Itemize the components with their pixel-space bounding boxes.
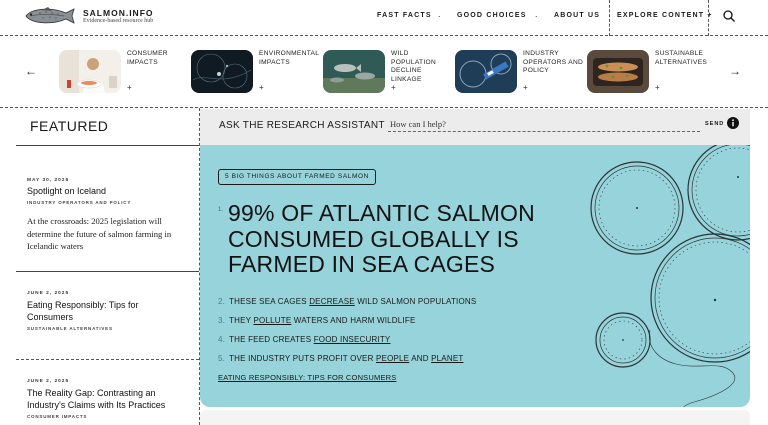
fact-item: 5. THE INDUSTRY PUTS PROFIT OVER PEOPLE A…: [218, 354, 463, 363]
featured-date: MAY 30, 2025: [27, 178, 70, 183]
assistant-query-input[interactable]: [388, 116, 700, 132]
fact-link-decrease[interactable]: DECREASE: [309, 297, 355, 306]
fact-link-people[interactable]: PEOPLE: [376, 354, 409, 363]
featured-excerpt: At the crossroads: 2025 legislation will…: [27, 216, 172, 251]
featured-item-title[interactable]: Eating Responsibly: Tips for Consumers: [27, 299, 162, 323]
nav-fast-facts[interactable]: FAST FACTS: [377, 12, 432, 19]
fact-text: THESE SEA CAGES: [229, 297, 310, 306]
fact-link-food-insecurity[interactable]: FOOD INSECURITY: [314, 335, 391, 344]
nav-explore-content[interactable]: EXPLORE CONTENT +: [617, 12, 713, 19]
fact-number: 2.: [218, 297, 226, 306]
topic-expand-plus[interactable]: +: [655, 83, 660, 92]
hero-headline: 99% OF ATLANTIC SALMON CONSUMED GLOBALLY…: [228, 200, 535, 277]
headline-number: 1.: [218, 207, 224, 213]
nav-good-choices[interactable]: GOOD CHOICES: [457, 12, 527, 19]
featured-heading: FEATURED: [30, 118, 109, 134]
fact-text: WATERS AND HARM WILDLIFE: [291, 316, 416, 325]
assistant-title: ASK THE RESEARCH ASSISTANT: [219, 120, 385, 131]
prev-arrow-icon[interactable]: ←: [25, 64, 37, 78]
nav-about-us[interactable]: ABOUT US: [554, 12, 600, 19]
fact-text: THE INDUSTRY PUTS PROFIT OVER: [229, 354, 376, 363]
nav-divider: [708, 0, 709, 36]
salmon-fish-logo[interactable]: [22, 5, 78, 27]
next-section-card: [200, 410, 750, 425]
site-name[interactable]: SALMON.INFO: [83, 8, 154, 18]
featured-category[interactable]: INDUSTRY OPERATORS AND POLICY: [27, 200, 131, 205]
featured-rule: [16, 271, 199, 272]
featured-item-title[interactable]: The Reality Gap: Contrasting an Industry…: [27, 387, 182, 411]
topic-expand-plus[interactable]: +: [259, 83, 264, 92]
featured-category[interactable]: SUSTAINABLE ALTERNATIVES: [27, 326, 113, 331]
fact-item: 2. THESE SEA CAGES DECREASE WILD SALMON P…: [218, 297, 476, 306]
fact-text: WILD SALMON POPULATIONS: [354, 297, 477, 306]
topic-label-sustainable-alternatives[interactable]: SUSTAINABLE ALTERNATIVES: [655, 50, 717, 67]
featured-rule: [16, 145, 199, 146]
topic-thumbnail-consumer-impacts[interactable]: [59, 50, 121, 93]
fact-item: 4. THE FEED CREATES FOOD INSECURITY: [218, 335, 390, 344]
topic-expand-plus[interactable]: +: [391, 83, 396, 92]
fact-number: 3.: [218, 316, 226, 325]
topic-thumbnail-sustainable-alternatives[interactable]: [587, 50, 649, 93]
topic-label-environmental-impacts[interactable]: ENVIRONMENTAL IMPACTS: [259, 50, 321, 67]
fact-item: 3. THEY POLLUTE WATERS AND HARM WILDLIFE: [218, 316, 415, 325]
featured-date: JUNE 2, 2025: [27, 379, 70, 384]
nav-divider: [609, 0, 610, 36]
fact-text: THE FEED CREATES: [229, 335, 314, 344]
topic-expand-plus[interactable]: +: [523, 83, 528, 92]
topic-label-consumer-impacts[interactable]: CONSUMER IMPACTS: [127, 50, 189, 67]
topic-label-industry-operators[interactable]: INDUSTRY OPERATORS AND POLICY: [523, 50, 585, 76]
topic-expand-plus[interactable]: +: [127, 83, 132, 92]
featured-category[interactable]: CONSUMER IMPACTS: [27, 414, 87, 419]
fact-text: AND: [409, 354, 432, 363]
eating-responsibly-link[interactable]: EATING RESPONSIBLY: TIPS FOR CONSUMERS: [218, 373, 396, 382]
topic-thumbnail-environmental-impacts[interactable]: [191, 50, 253, 93]
topic-label-wild-population[interactable]: WILD POPULATION DECLINE LINKAGE: [391, 50, 453, 84]
fact-link-pollute[interactable]: POLLUTE: [254, 316, 292, 325]
search-icon[interactable]: [722, 9, 736, 23]
fact-link-planet[interactable]: PLANET: [431, 354, 463, 363]
next-arrow-icon[interactable]: →: [729, 64, 741, 78]
send-button[interactable]: SEND: [705, 121, 724, 127]
topic-thumbnail-industry-operators[interactable]: [455, 50, 517, 93]
fact-text: THEY: [229, 316, 254, 325]
topic-thumbnail-wild-population[interactable]: [323, 50, 385, 93]
nav-separator-dot: .: [438, 9, 441, 19]
featured-rule: [16, 359, 199, 360]
hero-badge: 5 BIG THINGS ABOUT FARMED SALMON: [218, 169, 376, 185]
fact-number: 5.: [218, 354, 226, 363]
featured-item-title[interactable]: Spotlight on Iceland: [27, 185, 192, 197]
site-tagline: Evidence-based resource hub: [83, 18, 154, 24]
info-icon[interactable]: [727, 117, 739, 129]
nav-separator-dot: .: [535, 9, 538, 19]
featured-date: JUNE 2, 2025: [27, 291, 70, 296]
fact-number: 4.: [218, 335, 226, 344]
